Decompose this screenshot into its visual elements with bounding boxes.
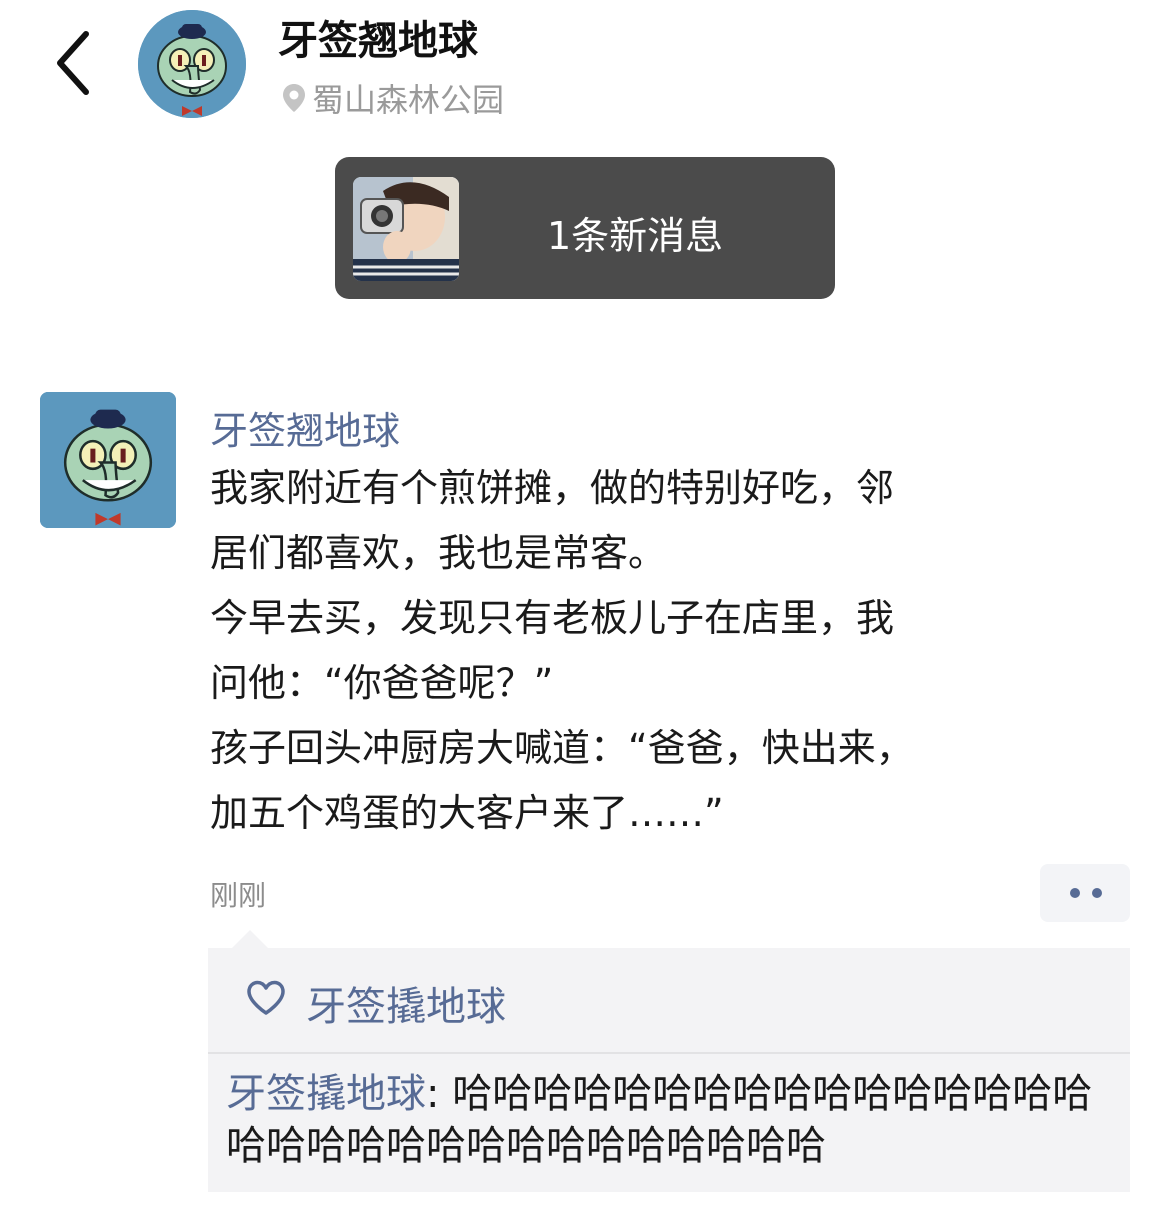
location-pin-icon (283, 84, 305, 112)
likes-comments-panel: 牙签撬地球 牙签撬地球: 哈哈哈哈哈哈哈哈哈哈哈哈哈哈哈哈哈哈哈哈哈哈哈哈哈哈哈… (208, 948, 1130, 1192)
post-line: 我家附近有个煎饼摊，做的特别好吃，邻 (210, 466, 895, 510)
new-message-banner[interactable]: 1条新消息 (335, 157, 835, 299)
location-label[interactable]: 蜀山森林公园 (282, 78, 505, 119)
post-timestamp: 刚刚 (210, 879, 267, 912)
comment-author[interactable]: 牙签撬地球 (226, 1071, 426, 1117)
top-bar: 牙签翘地球 蜀山森林公园 (0, 0, 1170, 140)
comment-separator: : (426, 1071, 453, 1117)
squidward-avatar-icon (138, 10, 246, 118)
chevron-left-icon (57, 31, 89, 95)
user-photo-icon (353, 177, 459, 281)
more-actions-button[interactable] (1040, 864, 1130, 922)
post-line: 孩子回头冲厨房大喊道：“爸爸，快出来， (210, 726, 914, 770)
comment-item[interactable]: 牙签撬地球: 哈哈哈哈哈哈哈哈哈哈哈哈哈哈哈哈哈哈哈哈哈哈哈哈哈哈哈哈哈哈哈 (226, 1068, 1118, 1172)
banner-avatar (353, 177, 459, 281)
new-message-text: 1条新消息 (547, 214, 724, 258)
post-text: 我家附近有个煎饼摊，做的特别好吃，邻 居们都喜欢，我也是常客。 今早去买，发现只… (210, 456, 1040, 846)
post-line: 今早去买，发现只有老板儿子在店里，我 (210, 596, 895, 640)
likes-row: 牙签撬地球 (208, 948, 1130, 1054)
back-button[interactable] (50, 28, 100, 98)
heart-icon (247, 980, 285, 1015)
more-dots-icon (1092, 888, 1102, 898)
comment-box-pointer (232, 930, 268, 948)
liker-name[interactable]: 牙签撬地球 (306, 974, 506, 1032)
post-line: 居们都喜欢，我也是常客。 (210, 531, 667, 575)
profile-avatar[interactable] (138, 10, 246, 118)
post-line: 加五个鸡蛋的大客户来了……” (210, 791, 724, 835)
location-text: 蜀山森林公园 (312, 81, 505, 119)
squidward-avatar-icon (40, 392, 176, 528)
post-author-name[interactable]: 牙签翘地球 (210, 400, 400, 455)
more-dots-icon (1070, 888, 1080, 898)
post-line: 问他：“你爸爸呢？” (210, 661, 554, 705)
post-author-avatar[interactable] (40, 392, 176, 528)
page-title: 牙签翘地球 (278, 18, 478, 64)
